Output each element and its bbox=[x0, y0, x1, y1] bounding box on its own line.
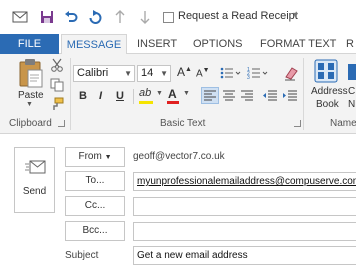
font-color-bar bbox=[167, 101, 179, 104]
send-icon bbox=[25, 160, 46, 174]
to-button[interactable]: To... bbox=[65, 171, 125, 191]
ribbon-tabs: FILE MESSAGE INSERT OPTIONS FORMAT TEXT … bbox=[0, 34, 356, 55]
from-button[interactable]: From ▼ bbox=[65, 147, 125, 167]
tab-format-text[interactable]: FORMAT TEXT bbox=[260, 34, 336, 54]
align-center-icon[interactable] bbox=[223, 90, 235, 101]
font-size-value: 14 bbox=[141, 67, 154, 79]
tab-review[interactable]: R bbox=[346, 34, 354, 54]
cc-field[interactable] bbox=[133, 197, 356, 216]
paste-icon[interactable] bbox=[17, 58, 43, 88]
subject-label: Subject bbox=[65, 250, 99, 261]
font-color-icon[interactable]: A bbox=[168, 87, 177, 101]
undo-icon[interactable] bbox=[64, 10, 78, 24]
decrease-indent-icon[interactable] bbox=[263, 90, 277, 101]
format-painter-icon[interactable] bbox=[50, 97, 64, 111]
chevron-down-icon[interactable]: ▼ bbox=[183, 90, 190, 97]
check-names-label-line1[interactable]: C bbox=[348, 86, 355, 97]
from-label: From bbox=[78, 151, 102, 162]
basic-text-launcher-icon[interactable] bbox=[294, 120, 301, 127]
bcc-button[interactable]: Bcc... bbox=[65, 221, 125, 241]
font-name-value: Calibri bbox=[77, 67, 109, 79]
bcc-field[interactable] bbox=[133, 222, 356, 241]
copy-icon[interactable] bbox=[50, 78, 64, 92]
chevron-down-icon[interactable]: ▼ bbox=[156, 90, 163, 97]
underline-button[interactable]: U bbox=[116, 90, 124, 102]
increase-indent-icon[interactable] bbox=[283, 90, 297, 101]
ribbon: Paste ▼ Clipboard Calibri ▼ 14 ▼ A▲ A▼ 1… bbox=[0, 54, 356, 134]
highlight-color-bar bbox=[139, 101, 153, 104]
subject-field[interactable]: Get a new email address bbox=[133, 246, 356, 265]
shrink-font-icon[interactable]: A▼ bbox=[196, 67, 210, 79]
from-address: geoff@vector7.co.uk bbox=[133, 151, 225, 162]
font-size-combo[interactable]: 14 ▼ bbox=[137, 65, 171, 82]
message-header: Send From ▼ geoff@vector7.co.uk To... my… bbox=[0, 135, 356, 267]
chevron-down-icon: ▼ bbox=[160, 69, 168, 78]
address-book-icon[interactable] bbox=[314, 59, 338, 83]
read-receipt-checkbox[interactable] bbox=[163, 12, 174, 23]
italic-button[interactable]: I bbox=[99, 90, 102, 102]
chevron-down-icon: ▼ bbox=[104, 154, 112, 161]
cut-icon[interactable] bbox=[50, 58, 64, 72]
redo-icon[interactable] bbox=[88, 10, 102, 24]
bullets-icon[interactable] bbox=[220, 66, 242, 80]
align-right-icon[interactable] bbox=[241, 90, 253, 101]
paste-dropdown-icon[interactable]: ▼ bbox=[26, 101, 33, 108]
clear-formatting-icon[interactable] bbox=[283, 65, 299, 81]
customize-dropdown-icon[interactable]: ▾ bbox=[293, 10, 298, 21]
down-arrow-icon[interactable] bbox=[139, 10, 151, 24]
group-divider bbox=[70, 58, 71, 130]
quick-access-toolbar: Request a Read Receipt ▾ bbox=[0, 0, 356, 34]
envelope-icon[interactable] bbox=[12, 10, 28, 24]
tab-message[interactable]: MESSAGE bbox=[61, 34, 127, 55]
tab-options[interactable]: OPTIONS bbox=[193, 34, 243, 54]
clipboard-group-label: Clipboard bbox=[9, 118, 52, 129]
subject-value: Get a new email address bbox=[137, 250, 248, 261]
up-arrow-icon[interactable] bbox=[114, 10, 126, 24]
names-group-label: Names bbox=[330, 118, 356, 129]
cc-button[interactable]: Cc... bbox=[65, 196, 125, 216]
numbering-icon[interactable]: 1 2 3 bbox=[247, 66, 269, 80]
save-icon[interactable] bbox=[40, 10, 54, 24]
address-book-label-line1[interactable]: Address bbox=[311, 86, 348, 97]
group-divider bbox=[303, 58, 304, 130]
svg-text:3: 3 bbox=[247, 75, 250, 80]
address-book-label-line2[interactable]: Book bbox=[316, 99, 339, 110]
tab-file[interactable]: FILE bbox=[0, 34, 59, 54]
to-field[interactable]: myunprofessionalemailaddress@compuserve.… bbox=[133, 172, 356, 191]
align-left-icon bbox=[204, 90, 216, 101]
send-button[interactable]: Send bbox=[14, 147, 55, 213]
tab-insert[interactable]: INSERT bbox=[137, 34, 177, 54]
clipboard-launcher-icon[interactable] bbox=[58, 120, 65, 127]
chevron-down-icon: ▼ bbox=[124, 69, 132, 78]
paste-button-label[interactable]: Paste bbox=[18, 90, 44, 101]
read-receipt-label[interactable]: Request a Read Receipt bbox=[178, 10, 298, 22]
bold-button[interactable]: B bbox=[79, 90, 87, 102]
to-recipient[interactable]: myunprofessionalemailaddress@compuserve.… bbox=[137, 176, 356, 187]
check-names-label-line2[interactable]: N bbox=[348, 99, 355, 110]
grow-font-icon[interactable]: A▲ bbox=[177, 65, 192, 79]
highlight-icon[interactable]: ab bbox=[139, 87, 151, 99]
check-names-icon[interactable] bbox=[348, 62, 356, 82]
basic-text-group-label: Basic Text bbox=[160, 118, 206, 129]
font-name-combo[interactable]: Calibri ▼ bbox=[73, 65, 135, 82]
toolbar-divider bbox=[133, 89, 134, 104]
send-label: Send bbox=[22, 186, 47, 197]
